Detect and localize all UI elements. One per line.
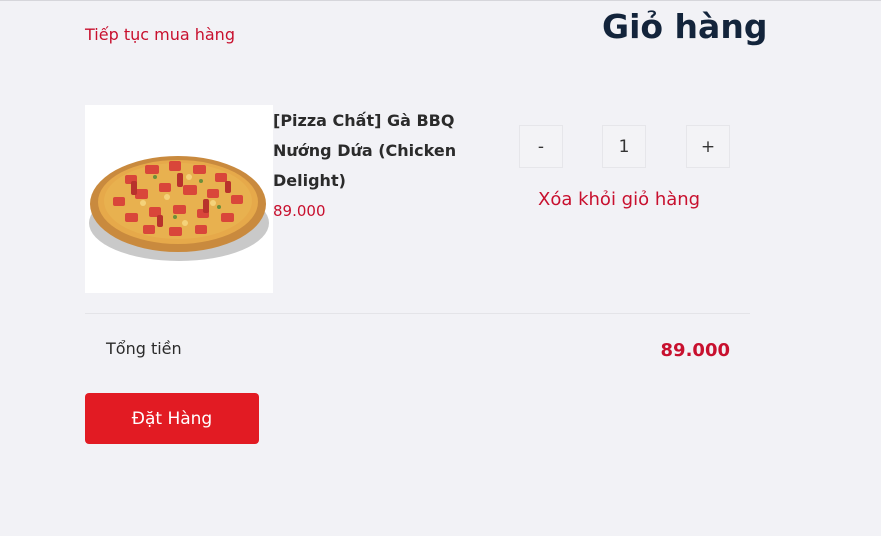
product-price: 89.000 (273, 202, 326, 220)
remove-from-cart-link[interactable]: Xóa khỏi giỏ hàng (538, 189, 700, 210)
pizza-image (85, 105, 273, 293)
product-name: [Pizza Chất] Gà BBQ Nướng Dứa (Chicken D… (273, 111, 457, 190)
continue-shopping-link[interactable]: Tiếp tục mua hàng (85, 25, 235, 44)
quantity-input[interactable] (602, 125, 646, 168)
place-order-button[interactable]: Đặt Hàng (85, 393, 259, 444)
total-label: Tổng tiền (106, 339, 182, 358)
total-value: 89.000 (660, 340, 730, 361)
divider (85, 313, 750, 314)
product-image (85, 105, 273, 293)
page-title: Giỏ hàng (602, 7, 768, 46)
quantity-increment-button[interactable]: + (686, 125, 730, 168)
quantity-decrement-button[interactable]: - (519, 125, 563, 168)
cart-page: Tiếp tục mua hàng Giỏ hàng [Pizza Chất] … (0, 0, 881, 536)
